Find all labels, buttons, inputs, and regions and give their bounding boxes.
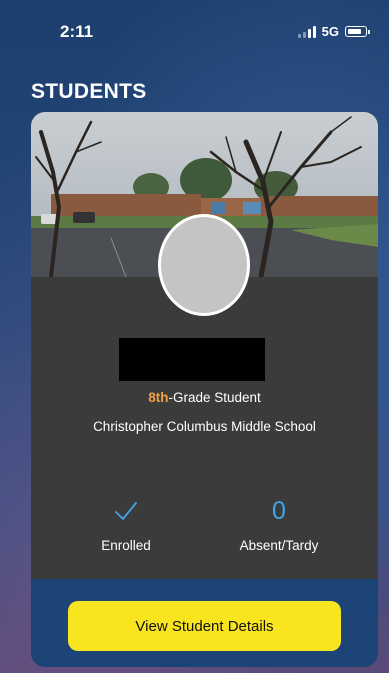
grade-suffix: -Grade Student (168, 390, 261, 405)
student-grade: 8th-Grade Student (31, 390, 378, 405)
checkmark-icon (115, 502, 137, 520)
enrolled-stat: Enrolled (56, 494, 196, 553)
student-avatar (158, 214, 250, 316)
absent-tardy-label: Absent/Tardy (239, 538, 319, 553)
student-card: 8th-Grade Student Christopher Columbus M… (31, 112, 378, 667)
network-label: 5G (321, 24, 339, 39)
card-footer: View Student Details (31, 579, 378, 667)
battery-icon (345, 26, 370, 37)
school-name: Christopher Columbus Middle School (93, 419, 316, 434)
absent-tardy-stat: 0 Absent/Tardy (209, 494, 349, 554)
view-student-details-button[interactable]: View Student Details (68, 601, 341, 651)
status-indicators: 5G (297, 24, 370, 39)
student-name-redacted (119, 338, 265, 381)
status-time: 2:11 (60, 22, 94, 41)
grade-number: 8th (148, 390, 169, 405)
enrolled-label: Enrolled (101, 538, 151, 553)
page-title: STUDENTS (31, 80, 147, 103)
signal-icon (297, 25, 316, 38)
absent-tardy-count: 0 (272, 496, 286, 525)
status-bar: 2:11 5G (0, 0, 389, 62)
